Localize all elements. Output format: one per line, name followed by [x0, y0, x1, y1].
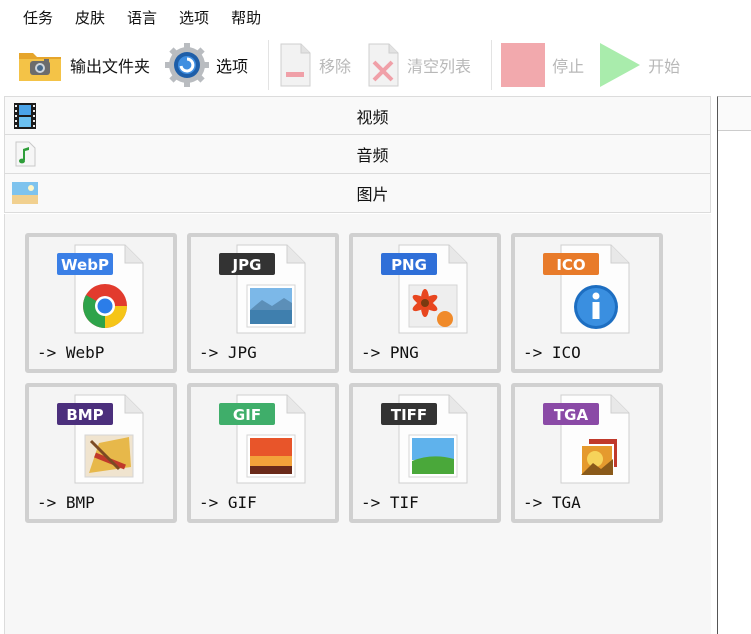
gif-file-icon: GIF — [219, 394, 306, 484]
start-label: 开始 — [648, 57, 681, 76]
tif-convert-label: -> TIF — [361, 493, 419, 512]
jpg-convert-label: -> JPG — [199, 343, 257, 362]
format-tile-webp[interactable]: WebP -> WebP — [25, 233, 177, 373]
output-folder-label: 输出文件夹 — [70, 57, 151, 76]
format-tile-ico[interactable]: ICO -> ICO — [511, 233, 663, 373]
tiff-file-icon: TIFF — [381, 394, 468, 484]
toolbar: 输出文件夹 选项 移除 清空列表 停止 开始 — [0, 36, 751, 94]
menu-help[interactable]: 帮助 — [220, 0, 272, 36]
webp-file-icon: WebP — [57, 244, 144, 334]
format-tile-png[interactable]: PNG -> PNG — [349, 233, 501, 373]
webp-badge-text: WebP — [61, 256, 109, 274]
remove-button[interactable]: 移除 — [277, 40, 359, 90]
output-folder-button[interactable]: 输出文件夹 — [16, 40, 158, 90]
ico-badge-text: ICO — [556, 256, 585, 274]
format-tile-tga[interactable]: TGA -> TGA — [511, 383, 663, 523]
film-strip-icon — [14, 103, 36, 129]
stop-button[interactable]: 停止 — [500, 40, 592, 90]
remove-file-icon — [280, 43, 311, 87]
remove-label: 移除 — [319, 57, 352, 76]
play-icon — [600, 43, 641, 87]
start-button[interactable]: 开始 — [598, 40, 688, 90]
category-image[interactable]: 图片 — [4, 174, 711, 213]
menu-bar: 任务 皮肤 语言 选项 帮助 — [0, 0, 751, 36]
category-list: 视频 音频 图片 — [4, 96, 711, 213]
tga-file-icon: TGA — [543, 394, 630, 484]
landscape-photo-icon — [12, 182, 38, 204]
category-image-label: 图片 — [356, 185, 389, 204]
png-convert-label: -> PNG — [361, 343, 419, 362]
toolbar-separator — [491, 40, 493, 90]
clear-list-button[interactable]: 清空列表 — [365, 40, 479, 90]
format-tile-jpg[interactable]: JPG -> JPG — [187, 233, 339, 373]
category-audio-label: 音频 — [356, 146, 389, 165]
category-video[interactable]: 视频 — [4, 96, 711, 135]
jpg-badge-text: JPG — [232, 256, 262, 274]
tga-convert-label: -> TGA — [523, 493, 581, 512]
ico-convert-label: -> ICO — [523, 343, 581, 362]
webp-convert-label: -> WebP — [37, 343, 105, 362]
options-label: 选项 — [216, 57, 249, 76]
options-button[interactable]: 选项 — [164, 40, 256, 90]
clear-list-icon — [368, 43, 399, 87]
menu-task[interactable]: 任务 — [12, 0, 64, 36]
tiff-badge-text: TIFF — [391, 406, 427, 424]
music-note-icon — [15, 141, 36, 167]
tga-badge-text: TGA — [554, 406, 589, 424]
category-video-label: 视频 — [356, 107, 389, 127]
format-tile-tif[interactable]: TIFF -> TIF — [349, 383, 501, 523]
gif-badge-text: GIF — [233, 406, 261, 424]
gear-icon — [165, 43, 210, 87]
folder-icon — [19, 53, 61, 81]
menu-options[interactable]: 选项 — [168, 0, 220, 36]
png-file-icon: PNG — [381, 244, 468, 334]
bmp-badge-text: BMP — [66, 406, 103, 424]
stop-label: 停止 — [552, 57, 585, 76]
gif-convert-label: -> GIF — [199, 493, 257, 512]
app-window: 任务 皮肤 语言 选项 帮助 输出文件夹 选项 移除 清空列表 停止 开始 视频… — [0, 0, 751, 634]
toolbar-separator — [268, 40, 270, 90]
jpg-file-icon: JPG — [219, 244, 306, 334]
task-list-panel[interactable] — [717, 96, 751, 634]
clear-list-label: 清空列表 — [407, 57, 472, 76]
format-tile-bmp[interactable]: BMP -> BMP — [25, 383, 177, 523]
ico-file-icon: ICO — [543, 244, 630, 334]
bmp-convert-label: -> BMP — [37, 493, 95, 512]
bmp-file-icon: BMP — [57, 394, 144, 484]
menu-skin[interactable]: 皮肤 — [64, 0, 116, 36]
png-badge-text: PNG — [391, 256, 427, 274]
format-tile-gif[interactable]: GIF -> GIF — [187, 383, 339, 523]
format-grid: WebP -> WebP JPG -> JPG PNG -> PNG ICO -… — [4, 214, 711, 634]
stop-icon — [501, 43, 546, 87]
menu-language[interactable]: 语言 — [116, 0, 168, 36]
category-audio[interactable]: 音频 — [4, 135, 711, 174]
task-list-header — [718, 97, 751, 131]
